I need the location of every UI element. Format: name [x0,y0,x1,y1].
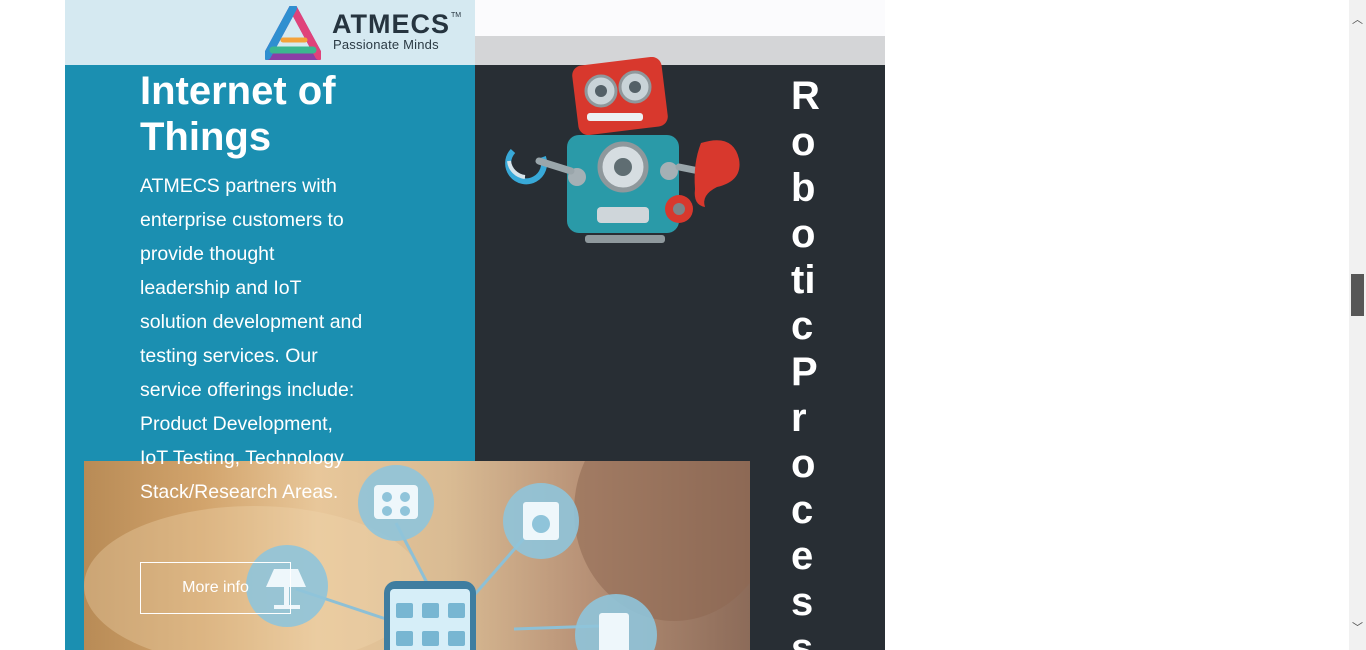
iot-title: Internet of Things [140,69,336,159]
logo-brand-text: ATMECS [332,9,450,39]
scroll-down-arrow-icon[interactable]: ﹀ [1349,620,1366,637]
scroll-up-arrow-icon[interactable]: ︿ [1349,12,1366,29]
robot-illustration [505,57,740,243]
page: ATMECS TM Passionate Minds Internet of T… [0,0,1366,650]
logo-trademark: TM [451,12,462,19]
logo-tagline: Passionate Minds [333,37,439,52]
atmecs-logo-icon [265,6,321,60]
iot-description: ATMECS partners with enterprise customer… [140,175,363,503]
top-banner-white [475,0,885,36]
more-info-button[interactable]: More info [140,562,291,614]
robotics-title: RoboticProcess [791,74,820,650]
page-scrollbar[interactable]: ︿ ﹀ [1349,0,1366,650]
atmecs-logo[interactable]: ATMECS TM Passionate Minds [265,6,465,60]
scrollbar-thumb[interactable] [1351,274,1364,316]
